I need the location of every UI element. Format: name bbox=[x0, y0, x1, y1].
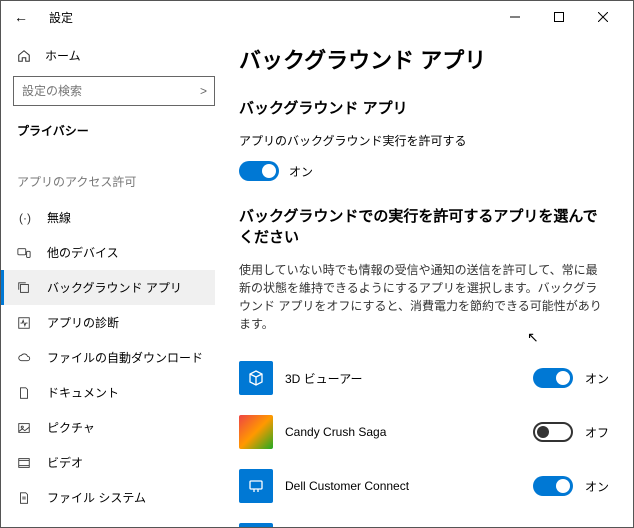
app-toggle[interactable] bbox=[533, 368, 573, 388]
cloud-icon bbox=[17, 351, 33, 365]
help-text: 使用していない時でも情報の受信や通知の送信を許可して、常に最新の状態を維持できる… bbox=[239, 261, 609, 333]
sidebar-item-filesystem[interactable]: ファイル システム bbox=[1, 480, 215, 515]
sidebar-item-documents[interactable]: ドキュメント bbox=[1, 375, 215, 410]
app-toggle[interactable] bbox=[533, 476, 573, 496]
sidebar-item-radio[interactable]: (·) 無線 bbox=[1, 200, 215, 235]
minimize-icon bbox=[510, 12, 520, 22]
master-toggle-label: オン bbox=[289, 163, 313, 180]
filesystem-icon bbox=[17, 491, 33, 505]
sidebar-item-label: ピクチャ bbox=[47, 419, 95, 436]
sidebar-item-label: バックグラウンド アプリ bbox=[47, 279, 182, 296]
sidebar-item-label: アプリの診断 bbox=[47, 314, 119, 331]
sidebar-item-label: ビデオ bbox=[47, 454, 83, 471]
app-icon-dell-customer-connect bbox=[239, 469, 273, 503]
diagnostics-icon bbox=[17, 316, 33, 330]
search-box[interactable]: ˃ bbox=[13, 76, 215, 106]
close-icon bbox=[598, 12, 608, 22]
content: バックグラウンド アプリ バックグラウンド アプリ アプリのバックグラウンド実行… bbox=[231, 33, 633, 527]
master-description: アプリのバックグラウンド実行を許可する bbox=[239, 132, 609, 149]
sidebar: ホーム ˃ プライバシー アプリのアクセス許可 (·) 無線 他のデバイス バッ… bbox=[1, 33, 231, 527]
app-toggle[interactable] bbox=[533, 422, 573, 442]
radio-icon: (·) bbox=[17, 211, 33, 225]
home-icon bbox=[17, 49, 31, 63]
document-icon bbox=[17, 386, 33, 400]
search-input[interactable] bbox=[13, 76, 215, 106]
page-title: バックグラウンド アプリ bbox=[239, 43, 609, 75]
home-label: ホーム bbox=[45, 47, 81, 64]
privacy-heading[interactable]: プライバシー bbox=[13, 116, 215, 145]
sidebar-item-app-diagnostics[interactable]: アプリの診断 bbox=[1, 305, 215, 340]
sidebar-item-label: ファイルの自動ダウンロード bbox=[47, 349, 203, 366]
app-row: 3D ビューアー オン bbox=[239, 351, 609, 405]
close-button[interactable] bbox=[581, 1, 625, 33]
app-icon-candy-crush bbox=[239, 415, 273, 449]
maximize-button[interactable] bbox=[537, 1, 581, 33]
sidebar-item-auto-download[interactable]: ファイルの自動ダウンロード bbox=[1, 340, 215, 375]
app-name: Candy Crush Saga bbox=[285, 425, 521, 439]
video-icon bbox=[17, 456, 33, 470]
app-toggle-label: オン bbox=[585, 478, 609, 495]
app-name: Dell Customer Connect bbox=[285, 479, 521, 493]
titlebar: ← 設定 bbox=[1, 1, 633, 33]
home-link[interactable]: ホーム bbox=[13, 41, 215, 70]
devices-icon bbox=[17, 246, 33, 260]
app-icon-dell-digital-delivery bbox=[239, 523, 273, 527]
sidebar-item-background-apps[interactable]: バックグラウンド アプリ bbox=[1, 270, 215, 305]
sidebar-item-label: 他のデバイス bbox=[47, 244, 119, 261]
app-name: 3D ビューアー bbox=[285, 370, 521, 387]
back-button[interactable]: ← bbox=[9, 9, 33, 25]
section-heading: バックグラウンドでの実行を許可するアプリを選んでください bbox=[239, 205, 609, 247]
sidebar-item-videos[interactable]: ビデオ bbox=[1, 445, 215, 480]
app-row: Dell Digital Delivery オン bbox=[239, 513, 609, 527]
window-title: 設定 bbox=[49, 9, 73, 26]
background-apps-icon bbox=[17, 281, 33, 295]
sidebar-item-label: ドキュメント bbox=[47, 384, 119, 401]
app-icon-3d-viewer bbox=[239, 361, 273, 395]
app-row: Candy Crush Saga オフ bbox=[239, 405, 609, 459]
sidebar-item-other-devices[interactable]: 他のデバイス bbox=[1, 235, 215, 270]
app-row: Dell Customer Connect オン bbox=[239, 459, 609, 513]
app-toggle-label: オフ bbox=[585, 424, 609, 441]
sidebar-item-pictures[interactable]: ピクチャ bbox=[1, 410, 215, 445]
section-title: アプリのアクセス許可 bbox=[13, 169, 215, 200]
sidebar-item-label: 無線 bbox=[47, 209, 71, 226]
sidebar-item-label: ファイル システム bbox=[47, 489, 146, 506]
picture-icon bbox=[17, 421, 33, 435]
maximize-icon bbox=[554, 12, 564, 22]
minimize-button[interactable] bbox=[493, 1, 537, 33]
app-toggle-label: オン bbox=[585, 370, 609, 387]
master-toggle[interactable] bbox=[239, 161, 279, 181]
section-heading: バックグラウンド アプリ bbox=[239, 97, 609, 118]
